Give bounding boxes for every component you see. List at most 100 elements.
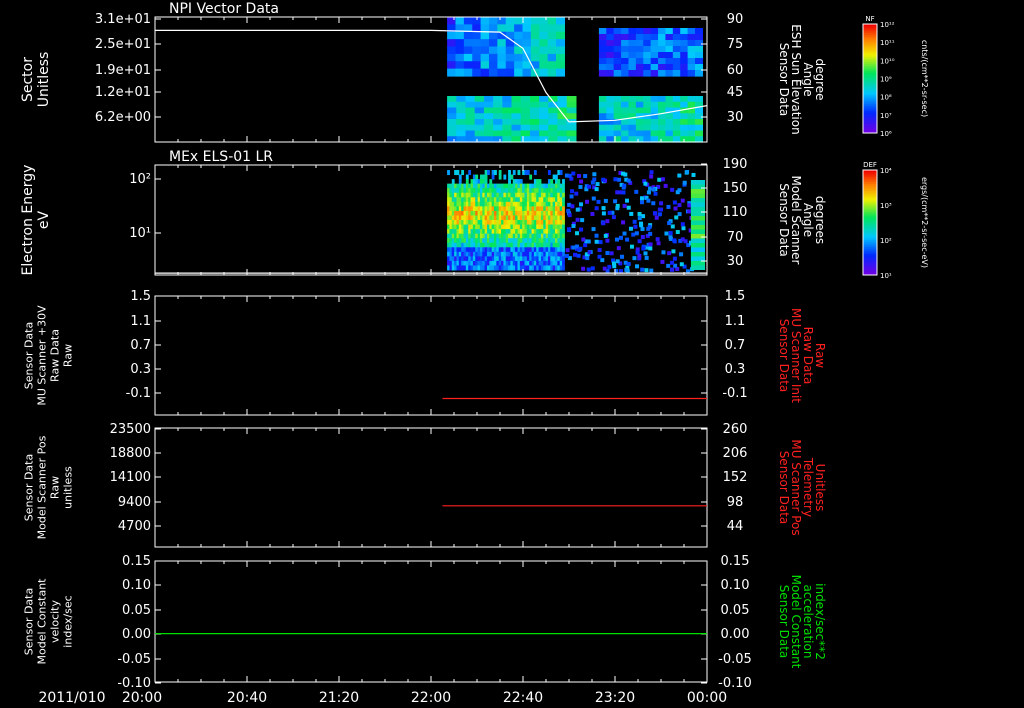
spectrogram-cell bbox=[623, 172, 628, 177]
spectrogram-cell bbox=[562, 220, 565, 226]
spectrogram-cell bbox=[629, 211, 634, 216]
spectrogram-cell bbox=[493, 101, 503, 109]
spectrogram-cell bbox=[463, 61, 473, 70]
y-tick-label-left: 4700 bbox=[118, 519, 151, 534]
spectrogram-cell bbox=[628, 70, 637, 77]
spectrogram-cell bbox=[687, 209, 692, 214]
spectrogram-cell bbox=[547, 31, 557, 40]
spectrogram-cell bbox=[547, 53, 557, 62]
spectrogram-cell bbox=[539, 119, 549, 126]
spectrogram-cell bbox=[601, 177, 606, 182]
y-tick-label-left: 0.00 bbox=[122, 627, 151, 642]
spectrogram-cell bbox=[606, 52, 615, 59]
spectrogram-cell bbox=[447, 17, 457, 25]
spectrogram-cell bbox=[613, 28, 622, 35]
spectrogram-cell bbox=[548, 113, 559, 120]
spectrogram-cell bbox=[695, 113, 703, 120]
y-axis-label-right: Sensor Data bbox=[777, 43, 791, 117]
colorbar-tick: 10¹² bbox=[880, 21, 895, 29]
spectrogram-cell bbox=[566, 124, 577, 132]
spectrogram-cell bbox=[579, 202, 584, 207]
spectrogram-cell bbox=[680, 70, 689, 77]
spectrogram-cell bbox=[672, 40, 681, 47]
spectrogram-cell bbox=[640, 267, 645, 272]
spectrogram-cell bbox=[564, 253, 569, 258]
spectrogram-cell bbox=[650, 64, 659, 71]
spectrogram-cell bbox=[680, 40, 689, 47]
spectrogram-cell bbox=[671, 249, 676, 254]
spectrogram-cell bbox=[562, 233, 565, 239]
spectrogram-cell bbox=[606, 58, 615, 65]
spectrogram-cell bbox=[590, 180, 595, 185]
spectrogram-cell bbox=[677, 203, 682, 208]
spectrogram-cell bbox=[650, 46, 659, 53]
spectrogram-cell bbox=[695, 119, 703, 126]
y-axis-label-right: Angle bbox=[801, 62, 815, 96]
spectrogram-cell bbox=[567, 213, 572, 218]
spectrogram-cell bbox=[539, 17, 549, 25]
spectrogram-cell bbox=[632, 219, 637, 224]
y-axis-label-right: degree bbox=[813, 58, 827, 100]
spectrogram-cell bbox=[606, 107, 615, 114]
y-axis-label-right: Model Constant bbox=[789, 575, 803, 669]
spectrogram-cell bbox=[571, 171, 576, 176]
spectrogram-cell bbox=[456, 107, 467, 114]
spectrogram-cell bbox=[621, 96, 630, 103]
spectrogram-cell bbox=[666, 204, 671, 209]
y-axis-label-left: Electron Energy bbox=[20, 165, 36, 276]
spectrogram-cell bbox=[529, 119, 540, 126]
spectrogram-cell bbox=[489, 179, 493, 185]
time-tick-label: 00:00 bbox=[687, 690, 727, 706]
spectrogram-cell bbox=[590, 211, 595, 216]
spectrogram-cell bbox=[598, 124, 607, 132]
spectrogram-cell bbox=[533, 170, 537, 176]
spectrogram-cell bbox=[455, 31, 465, 40]
spectrogram-cell bbox=[598, 113, 607, 120]
y-tick-label-left: 9400 bbox=[118, 495, 151, 510]
spectrogram-cell bbox=[475, 174, 479, 180]
y-axis-label-right: Raw Data bbox=[801, 327, 815, 385]
spectrogram-cell bbox=[690, 225, 705, 230]
spectrogram-cell bbox=[463, 17, 473, 25]
spectrogram-cell bbox=[511, 107, 522, 114]
spectrogram-cell bbox=[455, 46, 465, 55]
spectrogram-cell bbox=[502, 113, 513, 120]
spectrogram-cell bbox=[613, 96, 622, 103]
spectrogram-cell bbox=[538, 179, 542, 185]
spectrogram-cell bbox=[628, 52, 637, 59]
y-tick-label-right: 0.05 bbox=[721, 603, 750, 618]
spectrogram-cell bbox=[566, 208, 571, 213]
spectrogram-cell bbox=[447, 119, 457, 126]
spectrogram-cell bbox=[639, 196, 644, 201]
spectrogram-cell bbox=[606, 130, 615, 137]
spectrogram-cell bbox=[613, 64, 622, 71]
spectrogram-cell bbox=[474, 113, 485, 120]
spectrogram-cell bbox=[643, 64, 652, 71]
spectrogram-cell bbox=[606, 28, 615, 35]
spectrogram-cell bbox=[594, 187, 599, 192]
spectrogram-cell bbox=[547, 170, 551, 176]
y-tick-label-right: 44 bbox=[727, 519, 744, 534]
spectrogram-cell bbox=[514, 68, 524, 77]
spectrogram-cell bbox=[635, 124, 644, 132]
spectrogram-cell bbox=[539, 130, 549, 137]
spectrogram-cell bbox=[571, 245, 576, 250]
spectrogram-cell bbox=[690, 234, 705, 239]
spectrogram-cell bbox=[665, 40, 674, 47]
spectrogram-cell bbox=[628, 64, 637, 71]
spectrogram-cell bbox=[539, 53, 549, 62]
spectrogram-cell bbox=[474, 130, 485, 137]
spectrogram-cell bbox=[529, 107, 540, 114]
spectrogram-cell bbox=[690, 180, 705, 185]
spectrogram-cell bbox=[455, 17, 465, 25]
y-tick-label-right: 1.5 bbox=[725, 289, 746, 304]
spectrogram-cell bbox=[566, 107, 577, 114]
spectrogram-cell bbox=[595, 182, 600, 187]
spectrogram-cell bbox=[695, 40, 703, 47]
spectrogram-cell bbox=[672, 52, 681, 59]
spectrogram-cell bbox=[618, 190, 623, 195]
spectrogram-cell bbox=[488, 46, 498, 55]
spectrogram-cell bbox=[456, 101, 467, 109]
spectrogram-cell bbox=[672, 96, 681, 103]
spectrogram-cell bbox=[690, 265, 705, 270]
